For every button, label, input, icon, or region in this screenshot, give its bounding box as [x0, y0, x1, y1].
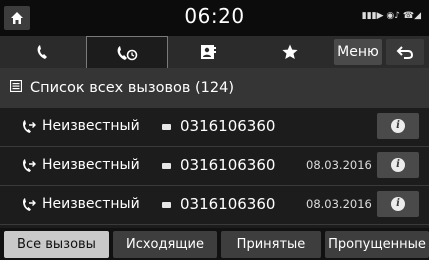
tab-favorites[interactable]: [248, 36, 332, 68]
status-icons: ▮▮▮▶ ◉♪ ☎◢: [361, 11, 421, 21]
call-date: 08.03.2016: [306, 158, 372, 172]
info-icon: i: [391, 197, 405, 211]
phone-number: 0316106360: [180, 117, 276, 135]
caller-name: Неизвестный: [42, 157, 140, 173]
list-icon: [9, 79, 23, 96]
back-button[interactable]: [386, 39, 424, 65]
list-title: Список всех вызовов (124): [30, 80, 235, 96]
back-arrow-icon: [396, 46, 414, 59]
filter-missed[interactable]: Пропущенные: [325, 231, 429, 258]
info-icon: i: [391, 119, 405, 133]
outgoing-call-icon: [23, 159, 36, 172]
filter-outgoing[interactable]: Исходящие: [113, 231, 217, 258]
call-history-icon: [117, 46, 138, 61]
outgoing-call-icon: [23, 198, 36, 211]
tab-dial[interactable]: [0, 36, 86, 68]
menu-button[interactable]: Меню: [334, 39, 382, 65]
info-button[interactable]: i: [377, 152, 419, 178]
tab-call-history[interactable]: [86, 36, 168, 69]
star-icon: [282, 44, 298, 59]
phone-number: 0316106360: [180, 156, 276, 174]
info-button[interactable]: i: [377, 113, 419, 139]
contacts-icon: [201, 45, 216, 59]
caller-name: Неизвестный: [42, 118, 140, 134]
tab-contacts[interactable]: [168, 36, 248, 68]
number-type-icon: [162, 202, 171, 208]
caller-name: Неизвестный: [42, 196, 140, 212]
filter-received[interactable]: Принятые: [221, 231, 321, 258]
info-icon: i: [391, 158, 405, 172]
number-type-icon: [162, 124, 171, 130]
phone-number: 0316106360: [180, 195, 276, 213]
filter-all-calls[interactable]: Все вызовы: [4, 231, 109, 258]
tab-bar: Меню: [0, 36, 429, 69]
list-header: Список всех вызовов (124): [0, 68, 429, 108]
call-row[interactable]: Неизвестный 0316106360 i: [0, 108, 429, 147]
filter-bar: Все вызовы Исходящие Принятые Пропущенны…: [0, 228, 429, 260]
phone-icon: [37, 45, 47, 59]
call-date: 08.03.2016: [306, 197, 372, 211]
outgoing-call-icon: [23, 120, 36, 133]
info-button[interactable]: i: [377, 191, 419, 217]
status-bar: 06:20 ▮▮▮▶ ◉♪ ☎◢: [0, 0, 429, 36]
number-type-icon: [162, 163, 171, 169]
call-row[interactable]: Неизвестный 0316106360 08.03.2016 i: [0, 147, 429, 186]
call-row[interactable]: Неизвестный 0316106360 08.03.2016 i: [0, 186, 429, 225]
